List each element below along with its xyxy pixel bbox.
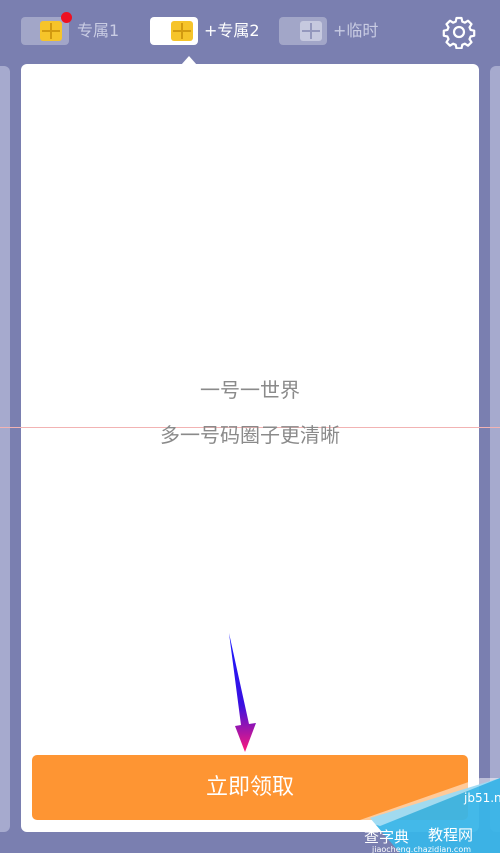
card-message-line1: 一号一世界 <box>200 378 300 402</box>
tab-label: +专属2 <box>204 21 260 40</box>
card-message-line2: 多一号码圈子更清晰 <box>160 423 340 447</box>
svg-text:jiaocheng.chazidian.com: jiaocheng.chazidian.com <box>371 845 471 853</box>
next-card-edge[interactable] <box>490 66 500 832</box>
sim-chip-icon <box>171 21 193 41</box>
tab-temporary[interactable]: +临时 <box>279 17 389 45</box>
previous-card-edge[interactable] <box>0 66 10 832</box>
svg-text:查字典: 查字典 <box>364 828 409 846</box>
tab-exclusive-1[interactable]: 专属1 <box>21 12 131 45</box>
sim-chip-icon <box>40 21 62 41</box>
pointer-arrow-icon <box>229 633 256 752</box>
svg-text:jb51.net: jb51.net <box>463 791 500 805</box>
sim-tab-bar: 专属1 +专属2 +临时 <box>0 0 500 64</box>
gear-icon[interactable] <box>442 15 476 49</box>
svg-text:教程网: 教程网 <box>428 826 473 844</box>
watermark-logo: jb51.net 查字典 教程网 jiaocheng.chazidian.com <box>360 778 500 853</box>
notification-dot-icon <box>61 12 72 23</box>
tab-exclusive-2[interactable]: +专属2 <box>150 17 265 45</box>
sim-chip-icon <box>300 21 322 41</box>
tab-label: +临时 <box>333 21 379 40</box>
tab-label: 专属1 <box>77 21 120 40</box>
